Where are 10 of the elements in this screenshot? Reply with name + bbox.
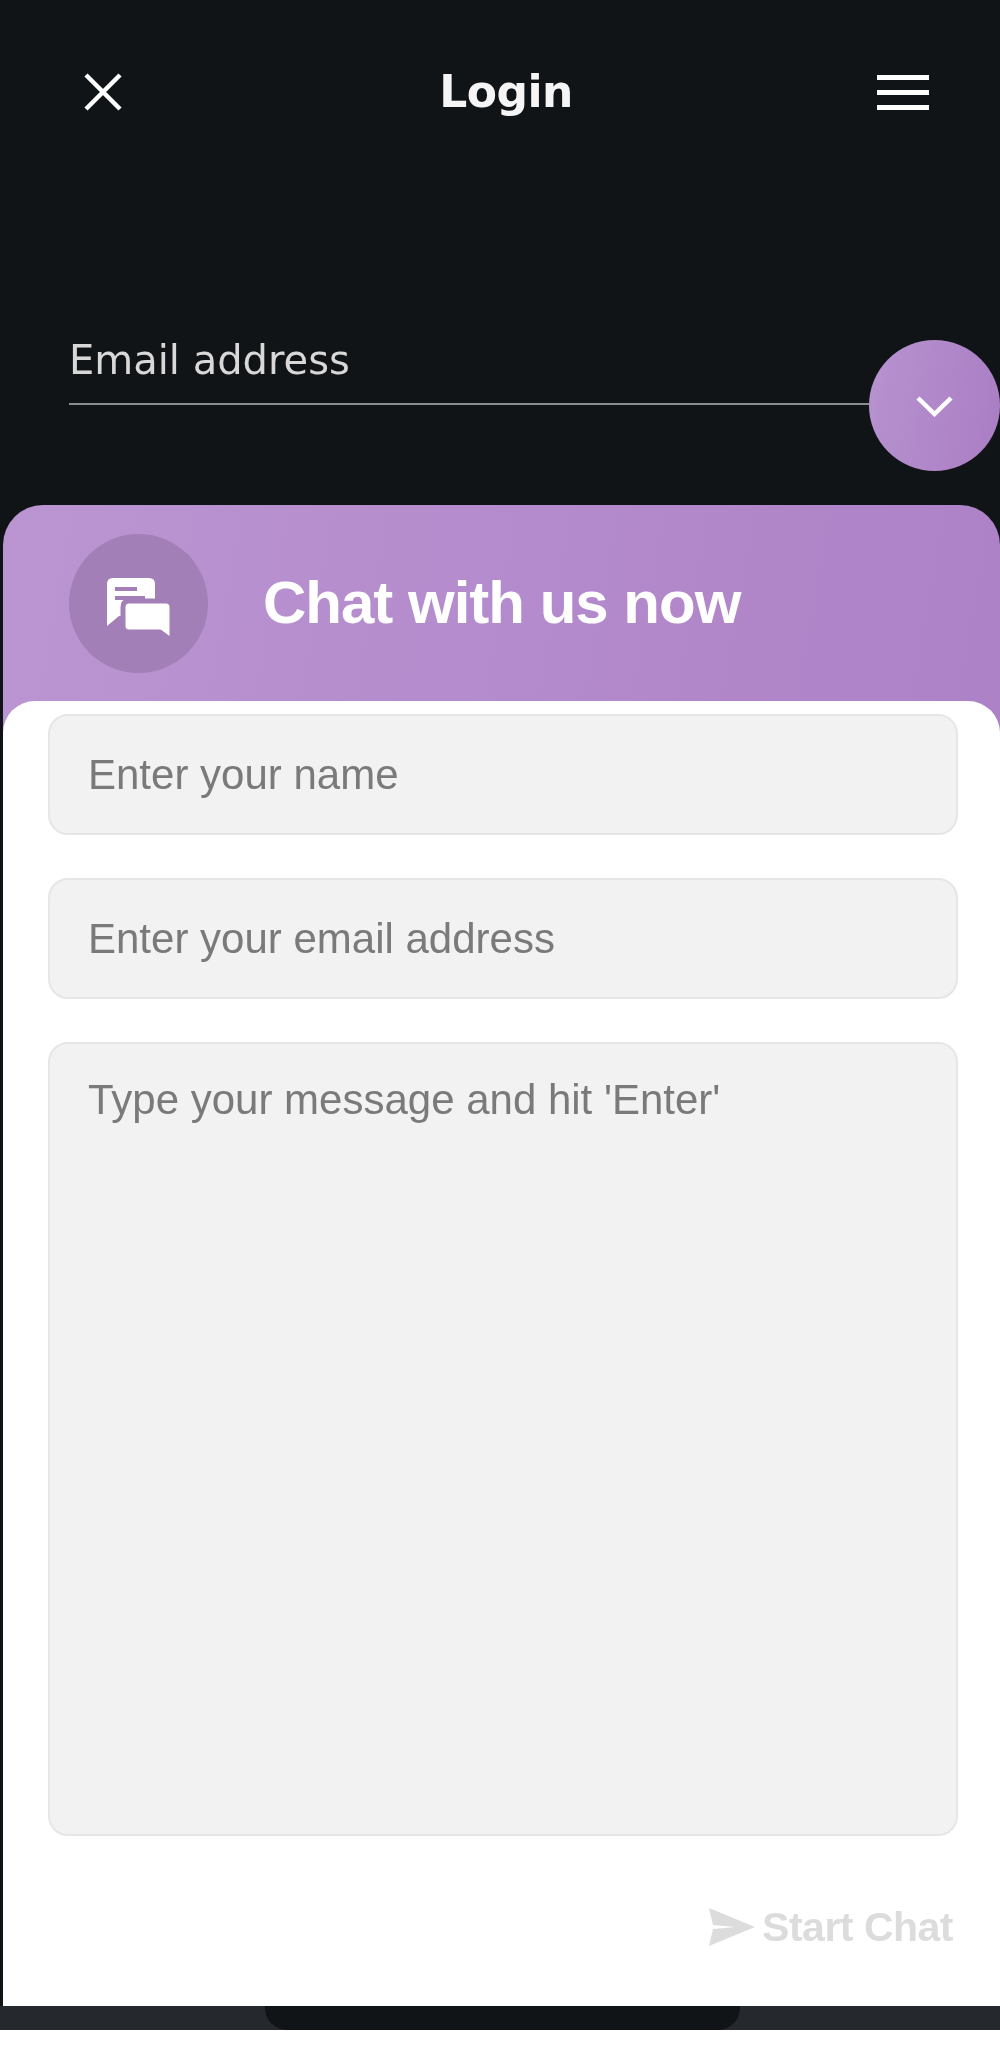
close-icon[interactable] [83,72,123,112]
message-field[interactable]: Type your message and hit 'Enter' [48,1042,958,1836]
email-field[interactable]: Email address [69,330,869,405]
chat-title: Chat with us now [263,568,741,638]
name-field[interactable]: Enter your name [48,714,958,835]
send-icon [709,1908,756,1946]
page-title: Login [439,66,573,118]
chevron-down-icon [915,394,954,417]
chat-bubbles-icon [69,533,208,673]
menu-icon[interactable] [877,74,929,110]
